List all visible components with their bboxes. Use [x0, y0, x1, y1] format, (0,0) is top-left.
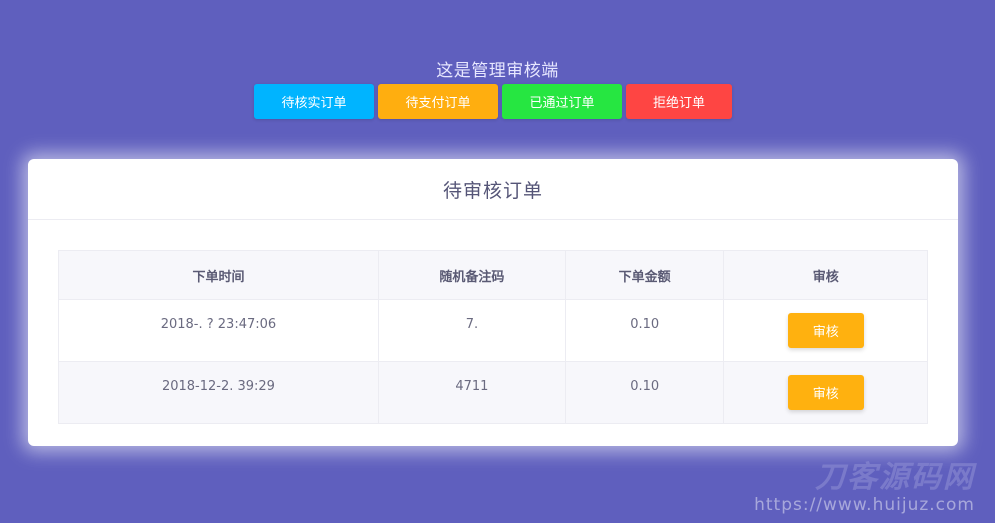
- audit-button[interactable]: 审核: [787, 375, 864, 410]
- approved-orders-button[interactable]: 已通过订单: [502, 84, 622, 119]
- watermark-url: https://www.huijuz.com: [754, 495, 975, 515]
- column-header-amount: 下单金额: [564, 250, 725, 300]
- column-header-random-code: 随机备注码: [377, 250, 566, 300]
- rejected-orders-button[interactable]: 拒绝订单: [626, 84, 732, 119]
- column-header-order-time: 下单时间: [58, 250, 379, 300]
- audit-button[interactable]: 审核: [787, 313, 864, 348]
- amount-text: 0.10: [630, 317, 660, 332]
- cell-random-code: 4711: [377, 361, 566, 424]
- cell-order-time: 2018-. ? 23:47:06: [58, 299, 379, 362]
- table-row: 2018-12-2. 39:29 4711 0.10 审核: [58, 361, 928, 424]
- random-code-text: 7.: [465, 317, 479, 332]
- random-code-text: 4711: [455, 379, 489, 394]
- cell-amount: 0.10: [564, 299, 725, 362]
- order-time-text: 2018-. ? 23:47:06: [160, 317, 277, 332]
- table-header-row: 下单时间 随机备注码 下单金额 审核: [58, 250, 928, 300]
- cell-audit: 审核: [723, 299, 928, 362]
- cell-amount: 0.10: [564, 361, 725, 424]
- watermark-logo: 刀客源码网: [815, 460, 975, 495]
- orders-card: 待审核订单 下单时间 随机备注码 下单金额 审核 2018-. ? 23:47:…: [28, 159, 958, 446]
- orders-table: 下单时间 随机备注码 下单金额 审核 2018-. ? 23:47:06 7. …: [58, 250, 928, 424]
- cell-order-time: 2018-12-2. 39:29: [58, 361, 379, 424]
- pending-payment-orders-button[interactable]: 待支付订单: [378, 84, 498, 119]
- cell-random-code: 7.: [377, 299, 566, 362]
- cell-audit: 审核: [723, 361, 928, 424]
- amount-text: 0.10: [630, 379, 660, 394]
- page-title: 这是管理审核端: [436, 61, 559, 81]
- table-row: 2018-. ? 23:47:06 7. 0.10 审核: [58, 299, 928, 362]
- card-title: 待审核订单: [28, 159, 958, 220]
- site-watermark: 刀客源码网 https://www.huijuz.com: [754, 460, 975, 516]
- order-nav: 待核实订单 待支付订单 已通过订单 拒绝订单: [254, 84, 732, 119]
- pending-verify-orders-button[interactable]: 待核实订单: [254, 84, 374, 119]
- column-header-audit: 审核: [723, 250, 928, 300]
- order-time-text: 2018-12-2. 39:29: [161, 379, 275, 394]
